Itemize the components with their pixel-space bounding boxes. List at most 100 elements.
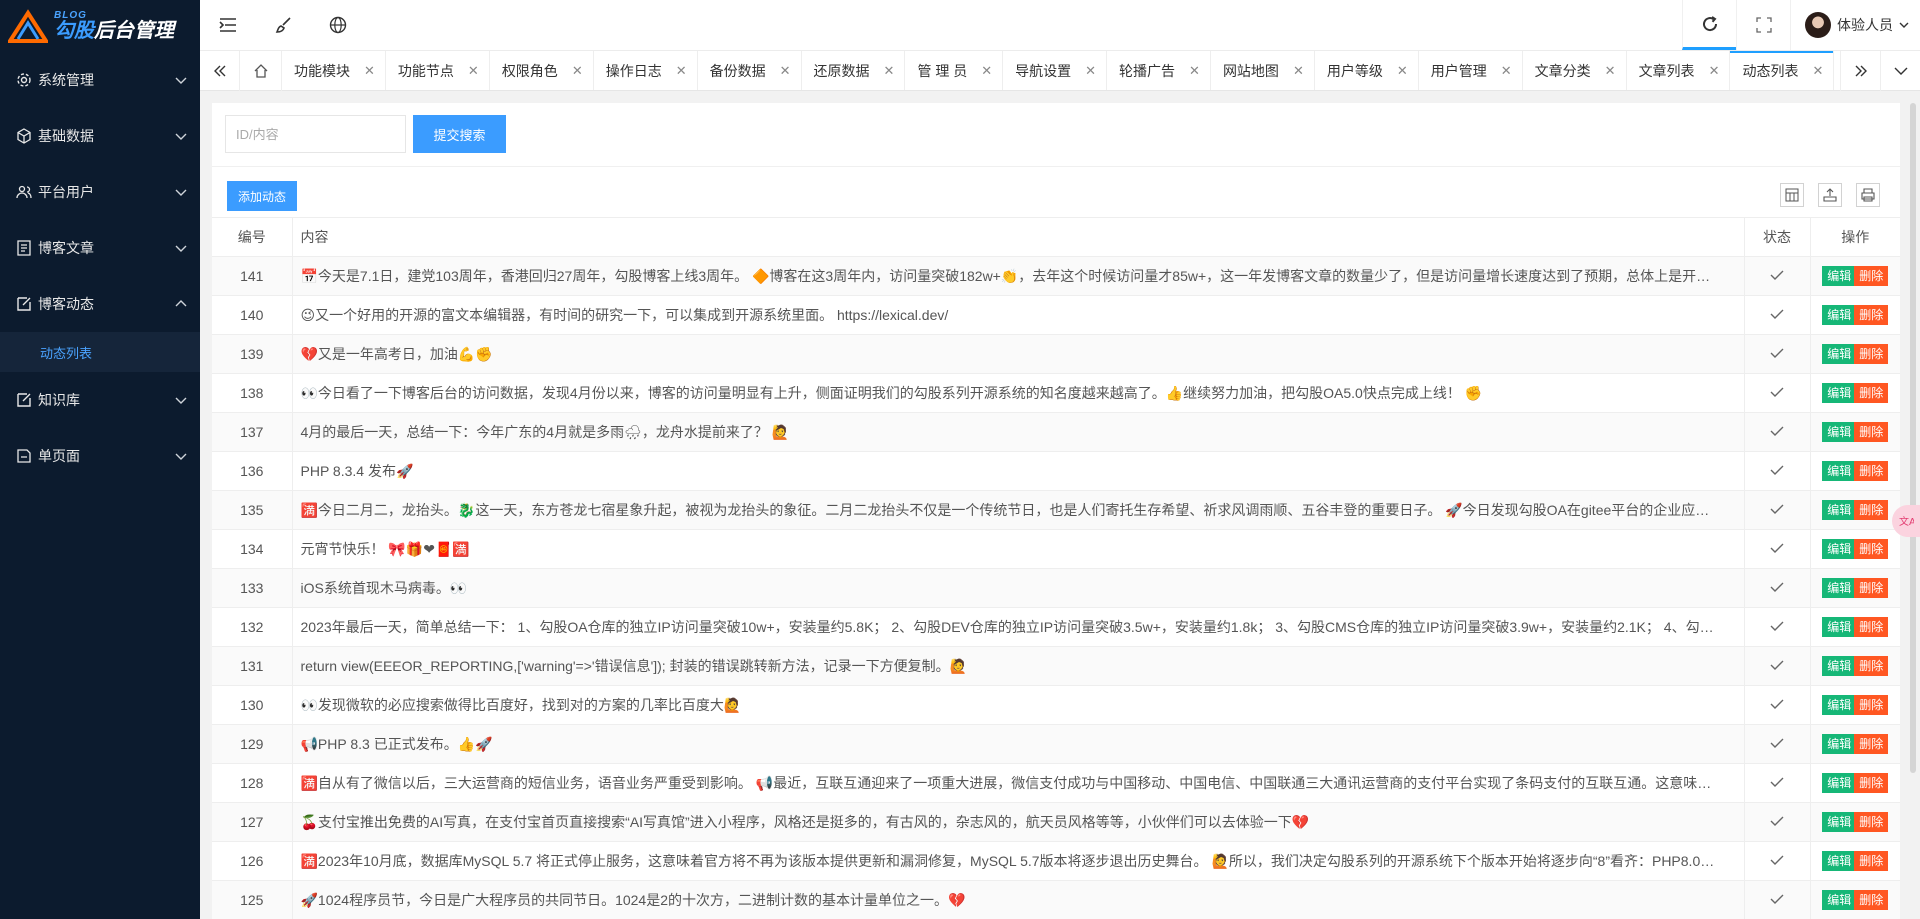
table-row[interactable]: 138 👀今日看了一下博客后台的访问数据，发现4月份以来，博客的访问量明显有上升，… (212, 373, 1900, 413)
brush-icon[interactable] (256, 0, 312, 50)
edit-button[interactable]: 编辑 (1822, 460, 1857, 481)
add-post-button[interactable]: 添加动态 (227, 181, 297, 211)
table-row[interactable]: 137 4月的最后一天，总结一下：今年广东的4月就是多雨🌧，龙舟水提前来了？ 🙋 编… (212, 412, 1900, 452)
table-row[interactable]: 128 🈵自从有了微信以后，三大运营商的短信业务，语音业务严重受到影响。 📢最近，… (212, 763, 1900, 803)
delete-button[interactable]: 删除 (1854, 499, 1889, 520)
delete-button[interactable]: 删除 (1854, 304, 1889, 325)
edit-button[interactable]: 编辑 (1822, 616, 1857, 637)
sidebar-item-3[interactable]: 博客文章 (0, 220, 200, 276)
sidebar-item-1[interactable]: 基础数据 (0, 108, 200, 164)
tab-13[interactable]: 文章列表 ✕ (1627, 51, 1731, 90)
page-scrollbar[interactable] (1910, 103, 1916, 773)
table-row[interactable]: 135 🈵今日二月二，龙抬头。🐉这一天，东方苍龙七宿星象升起，被视为龙抬头的象征。… (212, 490, 1900, 530)
tab-options-button[interactable] (1880, 51, 1920, 91)
table-row[interactable]: 127 🍒支付宝推出免费的AI写真，在支付宝首页直接搜索“AI写真馆”进入小程序，… (212, 802, 1900, 842)
tab-1[interactable]: 功能节点 ✕ (386, 51, 490, 90)
table-row[interactable]: 132 2023年最后一天，简单总结一下： 1、勾股OA仓库的独立IP访问量突破1… (212, 607, 1900, 647)
close-icon[interactable]: ✕ (1605, 63, 1616, 79)
tab-6[interactable]: 管 理 员 ✕ (905, 51, 1004, 90)
table-row[interactable]: 140 😉又一个好用的开源的富文本编辑器，有时间的研究一下，可以集成到开源系统里面… (212, 295, 1900, 335)
search-input[interactable] (225, 115, 406, 153)
table-row[interactable]: 134 元宵节快乐！ 🎀🎁❤🧧🈵 编辑 删除 (212, 529, 1900, 569)
fullscreen-button[interactable] (1736, 0, 1790, 50)
close-icon[interactable]: ✕ (1397, 63, 1408, 79)
tab-4[interactable]: 备份数据 ✕ (698, 51, 802, 90)
edit-button[interactable]: 编辑 (1822, 772, 1857, 793)
user-menu[interactable]: 体验人员 (1790, 0, 1920, 50)
edit-button[interactable]: 编辑 (1822, 538, 1857, 559)
edit-button[interactable]: 编辑 (1822, 343, 1857, 364)
delete-button[interactable]: 删除 (1854, 265, 1889, 286)
tab-10[interactable]: 用户等级 ✕ (1315, 51, 1419, 90)
tab-14[interactable]: 动态列表 ✕ (1730, 51, 1835, 90)
delete-button[interactable]: 删除 (1854, 538, 1889, 559)
table-row[interactable]: 139 💔又是一年高考日，加油💪✊ 编辑 删除 (212, 334, 1900, 374)
table-row[interactable]: 133 iOS系统首现木马病毒。👀 编辑 删除 (212, 568, 1900, 608)
close-icon[interactable]: ✕ (981, 63, 992, 79)
menu-toggle-icon[interactable] (200, 0, 256, 50)
edit-button[interactable]: 编辑 (1822, 421, 1857, 442)
table-row[interactable]: 130 👀发现微软的必应搜索做得比百度好，找到对的方案的几率比百度大🙋 编辑 删除 (212, 685, 1900, 725)
header-content[interactable]: 内容 (292, 218, 1745, 257)
tab-2[interactable]: 权限角色 ✕ (490, 51, 594, 90)
delete-button[interactable]: 删除 (1854, 733, 1889, 754)
close-icon[interactable]: ✕ (1501, 63, 1512, 79)
tab-scroll-left-button[interactable] (200, 51, 240, 91)
close-icon[interactable]: ✕ (1293, 63, 1304, 79)
sidebar-subitem-post-list[interactable]: 动态列表 (0, 332, 200, 372)
table-row[interactable]: 136 PHP 8.3.4 发布🚀 编辑 删除 (212, 451, 1900, 491)
edit-button[interactable]: 编辑 (1822, 850, 1857, 871)
close-icon[interactable]: ✕ (1709, 63, 1720, 79)
columns-filter-button[interactable] (1780, 183, 1804, 207)
sidebar-item-4[interactable]: 博客动态 (0, 276, 200, 332)
close-icon[interactable]: ✕ (1085, 63, 1096, 79)
translate-float-icon[interactable]: 文A (1892, 505, 1920, 537)
export-button[interactable] (1818, 183, 1842, 207)
tab-12[interactable]: 文章分类 ✕ (1523, 51, 1627, 90)
tab-9[interactable]: 网站地图 ✕ (1211, 51, 1315, 90)
globe-icon[interactable] (310, 0, 366, 50)
edit-button[interactable]: 编辑 (1822, 577, 1857, 598)
tab-11[interactable]: 用户管理 ✕ (1419, 51, 1523, 90)
edit-button[interactable]: 编辑 (1822, 382, 1857, 403)
close-icon[interactable]: ✕ (468, 63, 479, 79)
sidebar-item-6[interactable]: 单页面 (0, 428, 200, 484)
tab-5[interactable]: 还原数据 ✕ (802, 51, 906, 90)
header-status[interactable]: 状态 (1744, 218, 1811, 257)
tab-8[interactable]: 轮播广告 ✕ (1107, 51, 1211, 90)
sidebar-item-5[interactable]: 知识库 (0, 372, 200, 428)
delete-button[interactable]: 删除 (1854, 655, 1889, 676)
edit-button[interactable]: 编辑 (1822, 889, 1857, 910)
delete-button[interactable]: 删除 (1854, 811, 1889, 832)
tab-0[interactable]: 功能模块 ✕ (282, 51, 386, 90)
close-icon[interactable]: ✕ (364, 63, 375, 79)
tab-scroll-right-button[interactable] (1840, 51, 1880, 91)
table-row[interactable]: 131 return view(EEEOR_REPORTING,['warning… (212, 646, 1900, 686)
delete-button[interactable]: 删除 (1854, 343, 1889, 364)
table-row[interactable]: 129 📢PHP 8.3 已正式发布。👍🚀 编辑 删除 (212, 724, 1900, 764)
sidebar-item-0[interactable]: 系统管理 (0, 52, 200, 108)
delete-button[interactable]: 删除 (1854, 577, 1889, 598)
edit-button[interactable]: 编辑 (1822, 733, 1857, 754)
close-icon[interactable]: ✕ (676, 63, 687, 79)
table-row[interactable]: 141 📅今天是7.1日，建党103周年，香港回归27周年，勾股博客上线3周年。 … (212, 256, 1900, 296)
tab-3[interactable]: 操作日志 ✕ (594, 51, 698, 90)
close-icon[interactable]: ✕ (884, 63, 895, 79)
close-icon[interactable]: ✕ (572, 63, 583, 79)
edit-button[interactable]: 编辑 (1822, 265, 1857, 286)
edit-button[interactable]: 编辑 (1822, 499, 1857, 520)
edit-button[interactable]: 编辑 (1822, 694, 1857, 715)
table-row[interactable]: 125 🚀1024程序员节，今日是广大程序员的共同节日。1024是2的十次方，二进… (212, 880, 1900, 919)
delete-button[interactable]: 删除 (1854, 421, 1889, 442)
delete-button[interactable]: 删除 (1854, 382, 1889, 403)
sidebar-item-2[interactable]: 平台用户 (0, 164, 200, 220)
close-icon[interactable]: ✕ (780, 63, 791, 79)
delete-button[interactable]: 删除 (1854, 889, 1889, 910)
refresh-button[interactable] (1682, 0, 1736, 50)
header-id[interactable]: 编号 (212, 218, 293, 257)
delete-button[interactable]: 删除 (1854, 772, 1889, 793)
edit-button[interactable]: 编辑 (1822, 655, 1857, 676)
table-row[interactable]: 126 🈵2023年10月底，数据库MySQL 5.7 将正式停止服务，这意味着官… (212, 841, 1900, 881)
print-button[interactable] (1856, 183, 1880, 207)
tab-7[interactable]: 导航设置 ✕ (1003, 51, 1108, 90)
